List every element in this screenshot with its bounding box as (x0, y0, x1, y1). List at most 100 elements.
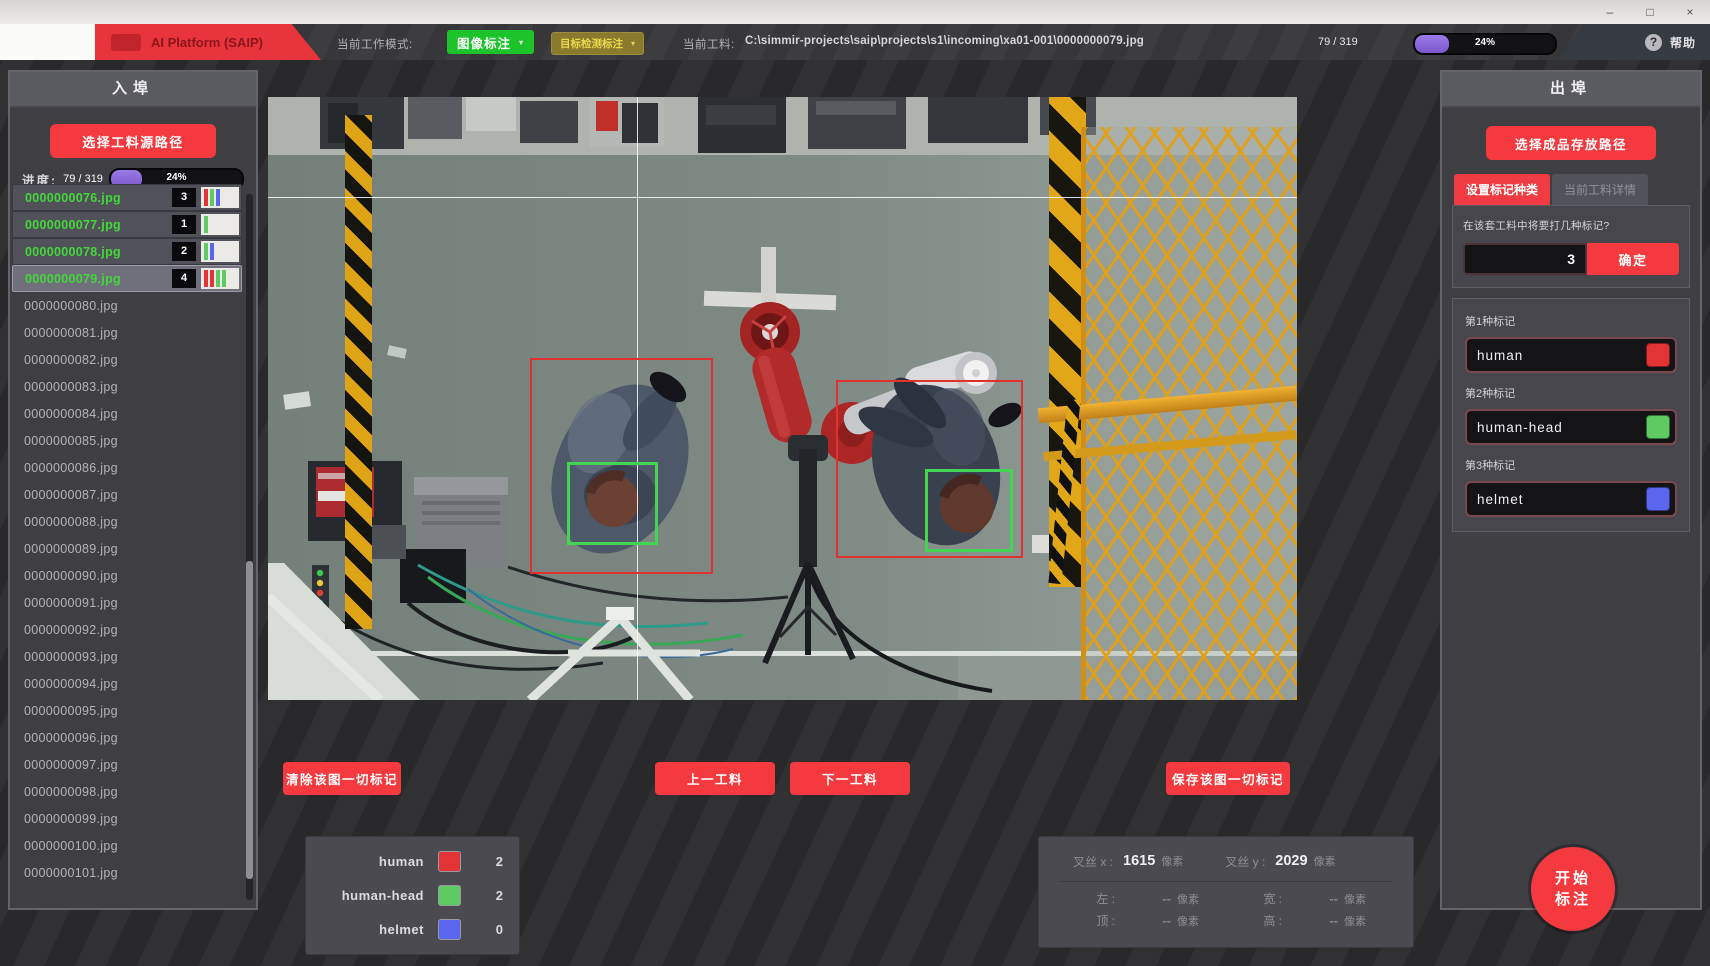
mode-detection-annotation-button[interactable]: 目标检测标注 ▾ (551, 32, 644, 55)
maximize-icon[interactable]: □ (1630, 0, 1670, 24)
file-item[interactable]: 0000000090.jpg (12, 562, 242, 589)
file-name: 0000000088.jpg (24, 515, 240, 529)
progress-percent-label: 24% (1415, 35, 1555, 53)
start-annotation-line2: 标注 (1555, 889, 1591, 910)
file-item[interactable]: 0000000081.jpg (12, 319, 242, 346)
file-item[interactable]: 0000000100.jpg (12, 832, 242, 859)
label-count-input[interactable]: 3 (1463, 243, 1587, 275)
label-name-field-3[interactable]: helmet (1465, 481, 1677, 517)
file-item[interactable]: 0000000096.jpg (12, 724, 242, 751)
previous-item-button[interactable]: 上一工料 (655, 762, 775, 795)
file-list: 0000000076.jpg30000000077.jpg10000000078… (12, 184, 242, 902)
help-label[interactable]: 帮助 (1670, 34, 1696, 51)
width-label: 宽 : (1226, 890, 1282, 907)
crosshair-horizontal-line (268, 197, 1297, 198)
file-item[interactable]: 0000000078.jpg2 (12, 238, 242, 265)
legend-count: 2 (496, 854, 505, 869)
file-name: 0000000093.jpg (24, 650, 240, 664)
file-list-scrollbar (246, 194, 253, 900)
file-item[interactable]: 0000000097.jpg (12, 751, 242, 778)
file-item[interactable]: 0000000092.jpg (12, 616, 242, 643)
cross-y-value: 2029 (1275, 853, 1307, 869)
file-item[interactable]: 0000000095.jpg (12, 697, 242, 724)
legend-row: human-head2 (320, 883, 505, 907)
label-name-field-1[interactable]: human (1465, 337, 1677, 373)
file-item[interactable]: 0000000079.jpg4 (12, 265, 242, 292)
pixel-unit: 像素 (1161, 853, 1183, 869)
save-annotations-button[interactable]: 保存该图一切标记 (1166, 762, 1290, 795)
bbox-human-head[interactable] (567, 462, 658, 545)
label-color-swatch[interactable] (1646, 415, 1670, 439)
file-name: 0000000094.jpg (24, 677, 240, 691)
file-item[interactable]: 0000000077.jpg1 (12, 211, 242, 238)
label-definitions-section: 第1种标记human第2种标记human-head第3种标记helmet (1452, 298, 1690, 532)
annotation-thumbnail (201, 187, 239, 208)
file-name: 0000000084.jpg (24, 407, 240, 421)
striped-pole-left (345, 115, 372, 629)
mode-secondary-label: 目标检测标注 (560, 36, 623, 51)
file-name: 0000000085.jpg (24, 434, 240, 448)
help-icon[interactable]: ? (1645, 34, 1662, 51)
start-annotation-line1: 开始 (1555, 868, 1591, 889)
top-value: -- (1125, 913, 1171, 928)
file-item[interactable]: 0000000098.jpg (12, 778, 242, 805)
label-count-section: 在该套工料中将要打几种标记? 3 确定 (1452, 205, 1690, 288)
label-color-swatch[interactable] (1646, 343, 1670, 367)
file-item[interactable]: 0000000087.jpg (12, 481, 242, 508)
select-output-path-button[interactable]: 选择成品存放路径 (1486, 126, 1656, 160)
file-name: 0000000078.jpg (25, 245, 172, 259)
annotation-canvas[interactable] (268, 97, 1297, 700)
current-file-label: 当前工料: (683, 36, 735, 52)
label-caption-3: 第3种标记 (1465, 457, 1677, 473)
close-icon[interactable]: × (1670, 0, 1710, 24)
file-item[interactable]: 0000000094.jpg (12, 670, 242, 697)
right-panel-tabs: 设置标记种类当前工料详情 (1442, 174, 1700, 205)
file-item[interactable]: 0000000091.jpg (12, 589, 242, 616)
label-color-swatch[interactable] (1646, 487, 1670, 511)
file-item[interactable]: 0000000088.jpg (12, 508, 242, 535)
label-name-field-2[interactable]: human-head (1465, 409, 1677, 445)
tab-set-label-types[interactable]: 设置标记种类 (1454, 174, 1550, 205)
file-name: 0000000098.jpg (24, 785, 240, 799)
left-label: 左 : (1059, 890, 1115, 907)
label-legend-panel: human2human-head2helmet0 (305, 836, 520, 955)
clear-annotations-button[interactable]: 清除该图一切标记 (283, 762, 401, 795)
brand-banner: AI Platform (SAIP) (95, 24, 321, 60)
legend-label: human-head (320, 888, 424, 903)
pixel-unit: 像素 (1177, 913, 1199, 929)
pixel-unit: 像素 (1314, 853, 1336, 869)
coordinates-panel: 叉丝 x : 1615 像素 叉丝 y : 2029 像素 左 : -- 像素 … (1038, 836, 1414, 948)
bbox-human-head[interactable] (925, 469, 1013, 552)
file-item[interactable]: 0000000086.jpg (12, 454, 242, 481)
file-item[interactable]: 0000000089.jpg (12, 535, 242, 562)
next-item-button[interactable]: 下一工料 (790, 762, 910, 795)
annotation-count-badge: 3 (172, 188, 196, 207)
annotation-count-badge: 4 (172, 269, 196, 288)
box-readout: 左 : -- 像素 宽 : -- 像素 顶 : -- 像素 高 : -- 像素 (1059, 882, 1393, 929)
file-item[interactable]: 0000000082.jpg (12, 346, 242, 373)
legend-color-swatch (438, 919, 461, 940)
inbound-panel-title: 入埠 (10, 72, 256, 108)
select-source-path-button[interactable]: 选择工料源路径 (50, 124, 216, 158)
file-item[interactable]: 0000000099.jpg (12, 805, 242, 832)
file-item[interactable]: 0000000101.jpg (12, 859, 242, 886)
file-item[interactable]: 0000000093.jpg (12, 643, 242, 670)
legend-color-swatch (438, 851, 461, 872)
file-name: 0000000091.jpg (24, 596, 240, 610)
scrollbar-thumb[interactable] (246, 561, 253, 879)
file-item[interactable]: 0000000085.jpg (12, 427, 242, 454)
minimize-icon[interactable]: – (1590, 0, 1630, 24)
mode-image-annotation-button[interactable]: 图像标注 ▾ (447, 30, 534, 54)
file-name: 0000000097.jpg (24, 758, 240, 772)
current-file-path: C:\simmir-projects\saip\projects\s1\inco… (745, 35, 1144, 47)
file-item[interactable]: 0000000076.jpg3 (12, 184, 242, 211)
file-name: 0000000081.jpg (24, 326, 240, 340)
file-name: 0000000079.jpg (25, 272, 172, 286)
chevron-down-icon: ▾ (631, 39, 635, 48)
confirm-button[interactable]: 确定 (1587, 243, 1679, 275)
tab-current-item-detail[interactable]: 当前工料详情 (1552, 174, 1648, 205)
file-item[interactable]: 0000000084.jpg (12, 400, 242, 427)
file-item[interactable]: 0000000080.jpg (12, 292, 242, 319)
file-item[interactable]: 0000000083.jpg (12, 373, 242, 400)
start-annotation-button[interactable]: 开始 标注 (1531, 847, 1615, 931)
